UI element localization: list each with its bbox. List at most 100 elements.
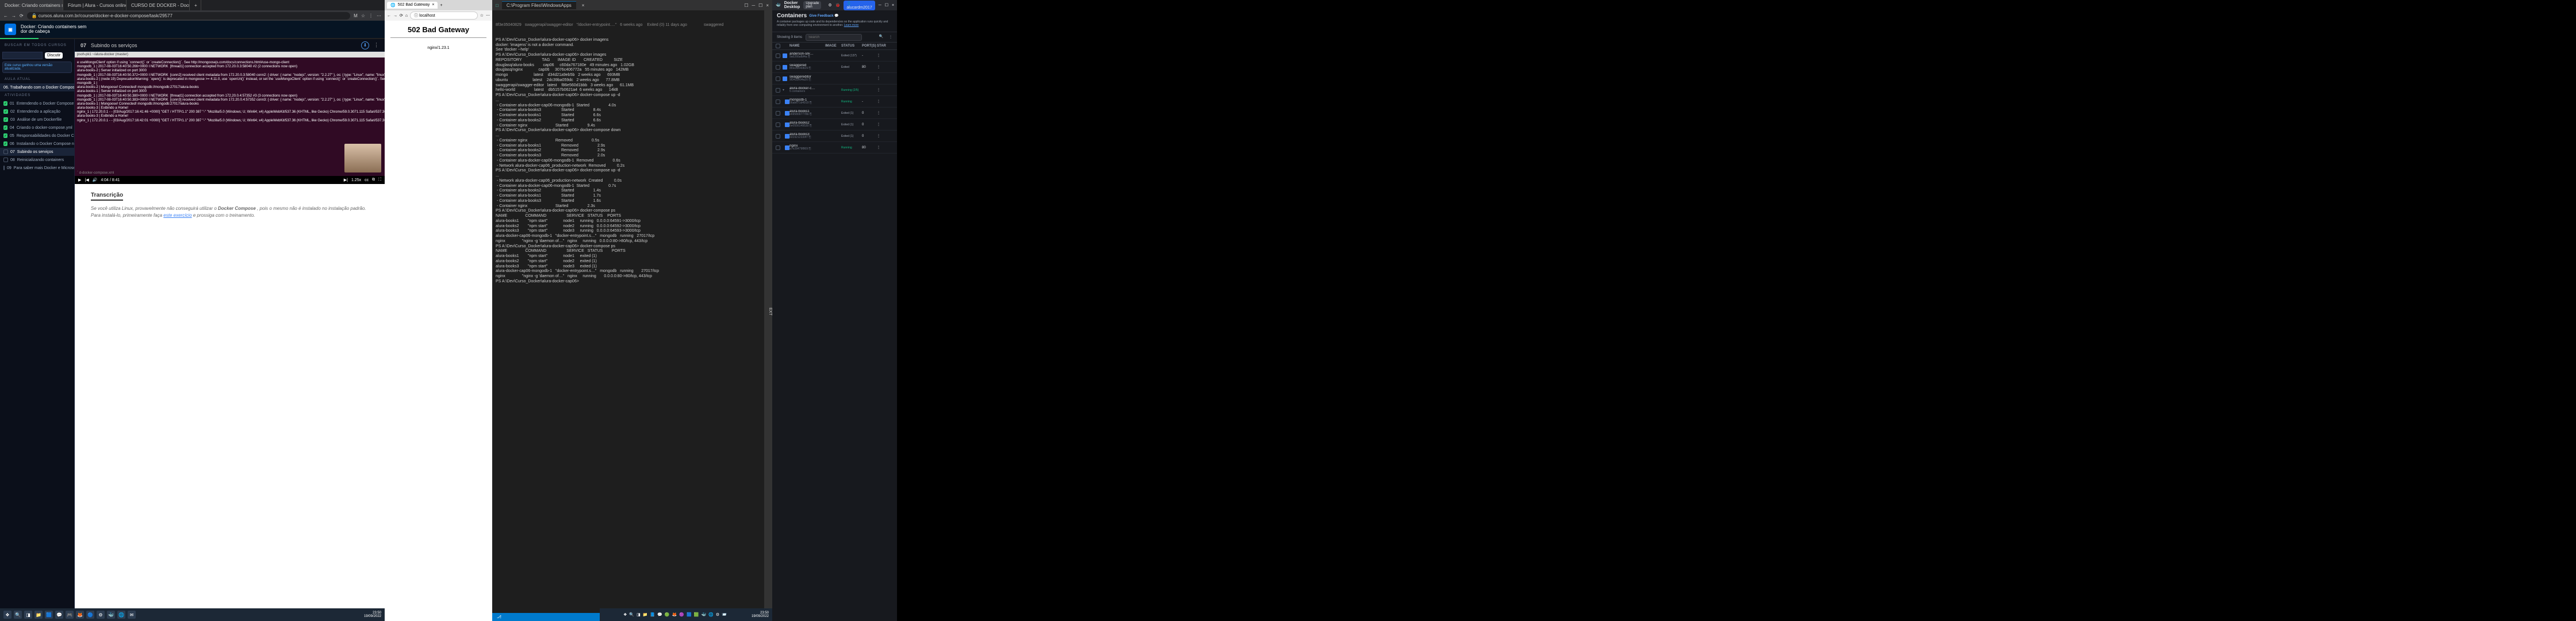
address-bar[interactable]: ⓘ localhost bbox=[410, 12, 478, 20]
row-actions[interactable]: ⋮ bbox=[877, 145, 886, 150]
container-row[interactable]: anderson-silv…9a6266afbf4a ⎘Exited (137)… bbox=[772, 50, 897, 62]
play-icon[interactable]: ▶ bbox=[78, 178, 81, 182]
window-close-icon[interactable]: × bbox=[892, 3, 894, 7]
video-player[interactable]: psoh-pk1 ~/alura-docker (master) e useMo… bbox=[75, 52, 385, 184]
taskbar-app-icon[interactable]: ◨ bbox=[637, 612, 641, 617]
discutir-button[interactable]: Discutir bbox=[45, 52, 63, 59]
row-actions[interactable]: ⋮ bbox=[877, 53, 886, 57]
container-row[interactable]: nginxa7e28479f869 ⎘Running80⋮ bbox=[772, 142, 897, 154]
taskbar-app-icon[interactable]: 🟦 bbox=[45, 611, 53, 619]
download-icon[interactable]: ⬇ bbox=[361, 41, 369, 49]
minimize-icon[interactable]: ─ bbox=[752, 3, 755, 8]
volume-icon[interactable]: 🔊 bbox=[93, 178, 98, 182]
sidebar-lesson-item[interactable]: ✓03 Análise de um Dockerfile bbox=[0, 116, 74, 124]
sidebar-lesson-item[interactable]: ✓05 Responsabilidades do Docker Compose bbox=[0, 132, 74, 140]
row-checkbox[interactable] bbox=[776, 111, 780, 116]
container-row[interactable]: ▾alura-docker-c…5 containersRunning (2/5… bbox=[772, 85, 897, 96]
chrome-tab-2[interactable]: CURSO DE DOCKER - Documen…× bbox=[126, 0, 190, 10]
favorites-icon[interactable]: ☆ bbox=[480, 13, 484, 18]
row-actions[interactable]: ⋮ bbox=[877, 76, 886, 80]
row-actions[interactable]: ⋮ bbox=[877, 122, 886, 126]
gmail-icon[interactable]: M bbox=[354, 13, 358, 18]
container-row[interactable]: swaggered8f3e35040829 ⎘Exited80⋮ bbox=[772, 62, 897, 73]
alura-logo-icon[interactable]: ▣ bbox=[5, 24, 16, 35]
row-checkbox[interactable] bbox=[776, 145, 780, 150]
upgrade-button[interactable]: Upgrade plan bbox=[803, 1, 821, 9]
search-input[interactable] bbox=[2, 52, 43, 59]
fullscreen-icon[interactable]: ⛶ bbox=[378, 178, 381, 182]
taskbar-app-icon[interactable]: 📁 bbox=[643, 612, 648, 617]
close-icon[interactable]: × bbox=[582, 3, 585, 8]
prev-icon[interactable]: |◀ bbox=[85, 178, 89, 182]
chrome-tab-0[interactable]: Docker: Criando containers sem…× bbox=[0, 0, 63, 10]
row-actions[interactable]: ⋮ bbox=[877, 111, 886, 115]
row-checkbox[interactable] bbox=[776, 65, 780, 70]
new-tab-button[interactable]: + bbox=[190, 0, 201, 10]
taskbar-app-icon[interactable]: 🔵 bbox=[86, 611, 94, 619]
home-icon[interactable]: ⌂ bbox=[405, 14, 408, 18]
chrome-tab-1[interactable]: Fórum | Alura - Cursos online d…× bbox=[63, 0, 126, 10]
edge-tab[interactable]: 🌐 502 Bad Gateway × bbox=[387, 2, 438, 9]
sidebar-lesson-item[interactable]: ✓04 Criando o docker-compose.yml bbox=[0, 124, 74, 132]
row-checkbox[interactable] bbox=[776, 88, 780, 93]
close-icon[interactable]: × bbox=[432, 3, 434, 7]
taskbar-app-icon[interactable]: 🟢 bbox=[665, 612, 670, 617]
reload-icon[interactable]: ⟳ bbox=[20, 13, 24, 18]
learn-more-link[interactable]: Learn more bbox=[844, 24, 859, 27]
taskbar-app-icon[interactable]: 🟩 bbox=[694, 612, 699, 617]
forward-icon[interactable]: → bbox=[12, 13, 16, 18]
row-checkbox[interactable] bbox=[776, 53, 780, 58]
current-module[interactable]: 06. Trabalhando com o Docker Compose ▾ bbox=[0, 83, 74, 91]
select-all-checkbox[interactable] bbox=[776, 44, 780, 48]
container-row[interactable]: alura-books26e0556149530 ⎘Exited (1)0⋮ bbox=[772, 119, 897, 131]
address-bar[interactable]: 🔒 cursos.alura.com.br/course/docker-e-do… bbox=[27, 12, 350, 20]
taskbar-app-icon[interactable]: 📨 bbox=[722, 612, 727, 617]
taskbar-app-icon[interactable]: 🔍 bbox=[629, 612, 634, 617]
taskbar-app-icon[interactable]: 🔍 bbox=[14, 611, 22, 619]
container-row[interactable]: alura-books1e6958097778b ⎘Exited (1)0⋮ bbox=[772, 108, 897, 119]
menu-icon[interactable]: ⋯ bbox=[486, 13, 490, 18]
window-close-icon[interactable]: × bbox=[766, 3, 769, 8]
sidebar-lesson-item[interactable]: 09 Para saber mais Docker e Microserviç… bbox=[0, 164, 74, 172]
more-icon[interactable]: ⋮ bbox=[374, 42, 379, 48]
sidebar-lesson-item[interactable]: ✓02 Entendendo a aplicação bbox=[0, 108, 74, 116]
next-icon[interactable]: ▶| bbox=[344, 178, 348, 182]
maximize-icon[interactable]: ☐ bbox=[758, 3, 762, 8]
user-badge[interactable]: 👤 alucardm2017 bbox=[844, 1, 875, 10]
taskbar-app-icon[interactable]: ◨ bbox=[24, 611, 32, 619]
taskbar-app-icon[interactable]: 🦊 bbox=[672, 612, 677, 617]
chevron-down-icon[interactable]: ▾ bbox=[783, 88, 788, 92]
menu-icon[interactable]: ⋯ bbox=[377, 13, 381, 18]
col-image[interactable]: IMAGE bbox=[825, 44, 840, 48]
row-actions[interactable]: ⋮ bbox=[877, 88, 886, 92]
speed-label[interactable]: 1.25x bbox=[351, 178, 361, 182]
container-row[interactable]: swaggereditor9f3432e94a20 ⎘⋮ bbox=[772, 73, 897, 85]
system-clock[interactable]: 23:50 19/09/2022 bbox=[364, 611, 381, 618]
taskbar-app-icon[interactable]: 🌐 bbox=[117, 611, 125, 619]
row-actions[interactable]: ⋮ bbox=[877, 65, 886, 69]
sidebar-lesson-item[interactable]: 08 Reinicializando containers bbox=[0, 156, 74, 164]
row-actions[interactable]: ⋮ bbox=[877, 134, 886, 138]
taskbar-app-icon[interactable]: 💬 bbox=[55, 611, 63, 619]
container-row[interactable]: mongodb-156ab671d4919 ⎘Running-⋮ bbox=[772, 96, 897, 108]
bug-icon[interactable]: 🐞 bbox=[835, 3, 841, 7]
maximize-icon[interactable]: ☐ bbox=[885, 3, 888, 7]
pip-icon[interactable]: ⧉ bbox=[372, 178, 375, 182]
col-name[interactable]: NAME bbox=[789, 44, 824, 48]
col-ports[interactable]: PORT(S) bbox=[862, 44, 876, 48]
row-checkbox[interactable] bbox=[776, 122, 780, 127]
vscode-terminal[interactable]: 8f3e35040829 swaggerapi/swagger-editor "… bbox=[492, 10, 772, 613]
taskbar-app-icon[interactable]: 💬 bbox=[657, 612, 662, 617]
minimize-icon[interactable]: ─ bbox=[879, 3, 881, 7]
vscode-tab[interactable]: C:\Program Files\WindowsApps bbox=[502, 1, 576, 9]
taskbar-app-icon[interactable]: 🟣 bbox=[679, 612, 684, 617]
cc-icon[interactable]: cc bbox=[365, 178, 369, 182]
forward-icon[interactable]: → bbox=[393, 14, 397, 18]
vscode-activity-bar[interactable]: EXT bbox=[764, 10, 772, 613]
col-star[interactable]: STAR bbox=[877, 44, 886, 48]
col-status[interactable]: STATUS bbox=[841, 44, 861, 48]
sidebar-lesson-item[interactable]: ✓06 Instalando o Docker Compose no Linux bbox=[0, 140, 74, 148]
row-checkbox[interactable] bbox=[776, 76, 780, 81]
taskbar-app-icon[interactable]: ⚙ bbox=[97, 611, 105, 619]
taskbar-app-icon[interactable]: 📘 bbox=[650, 612, 655, 617]
